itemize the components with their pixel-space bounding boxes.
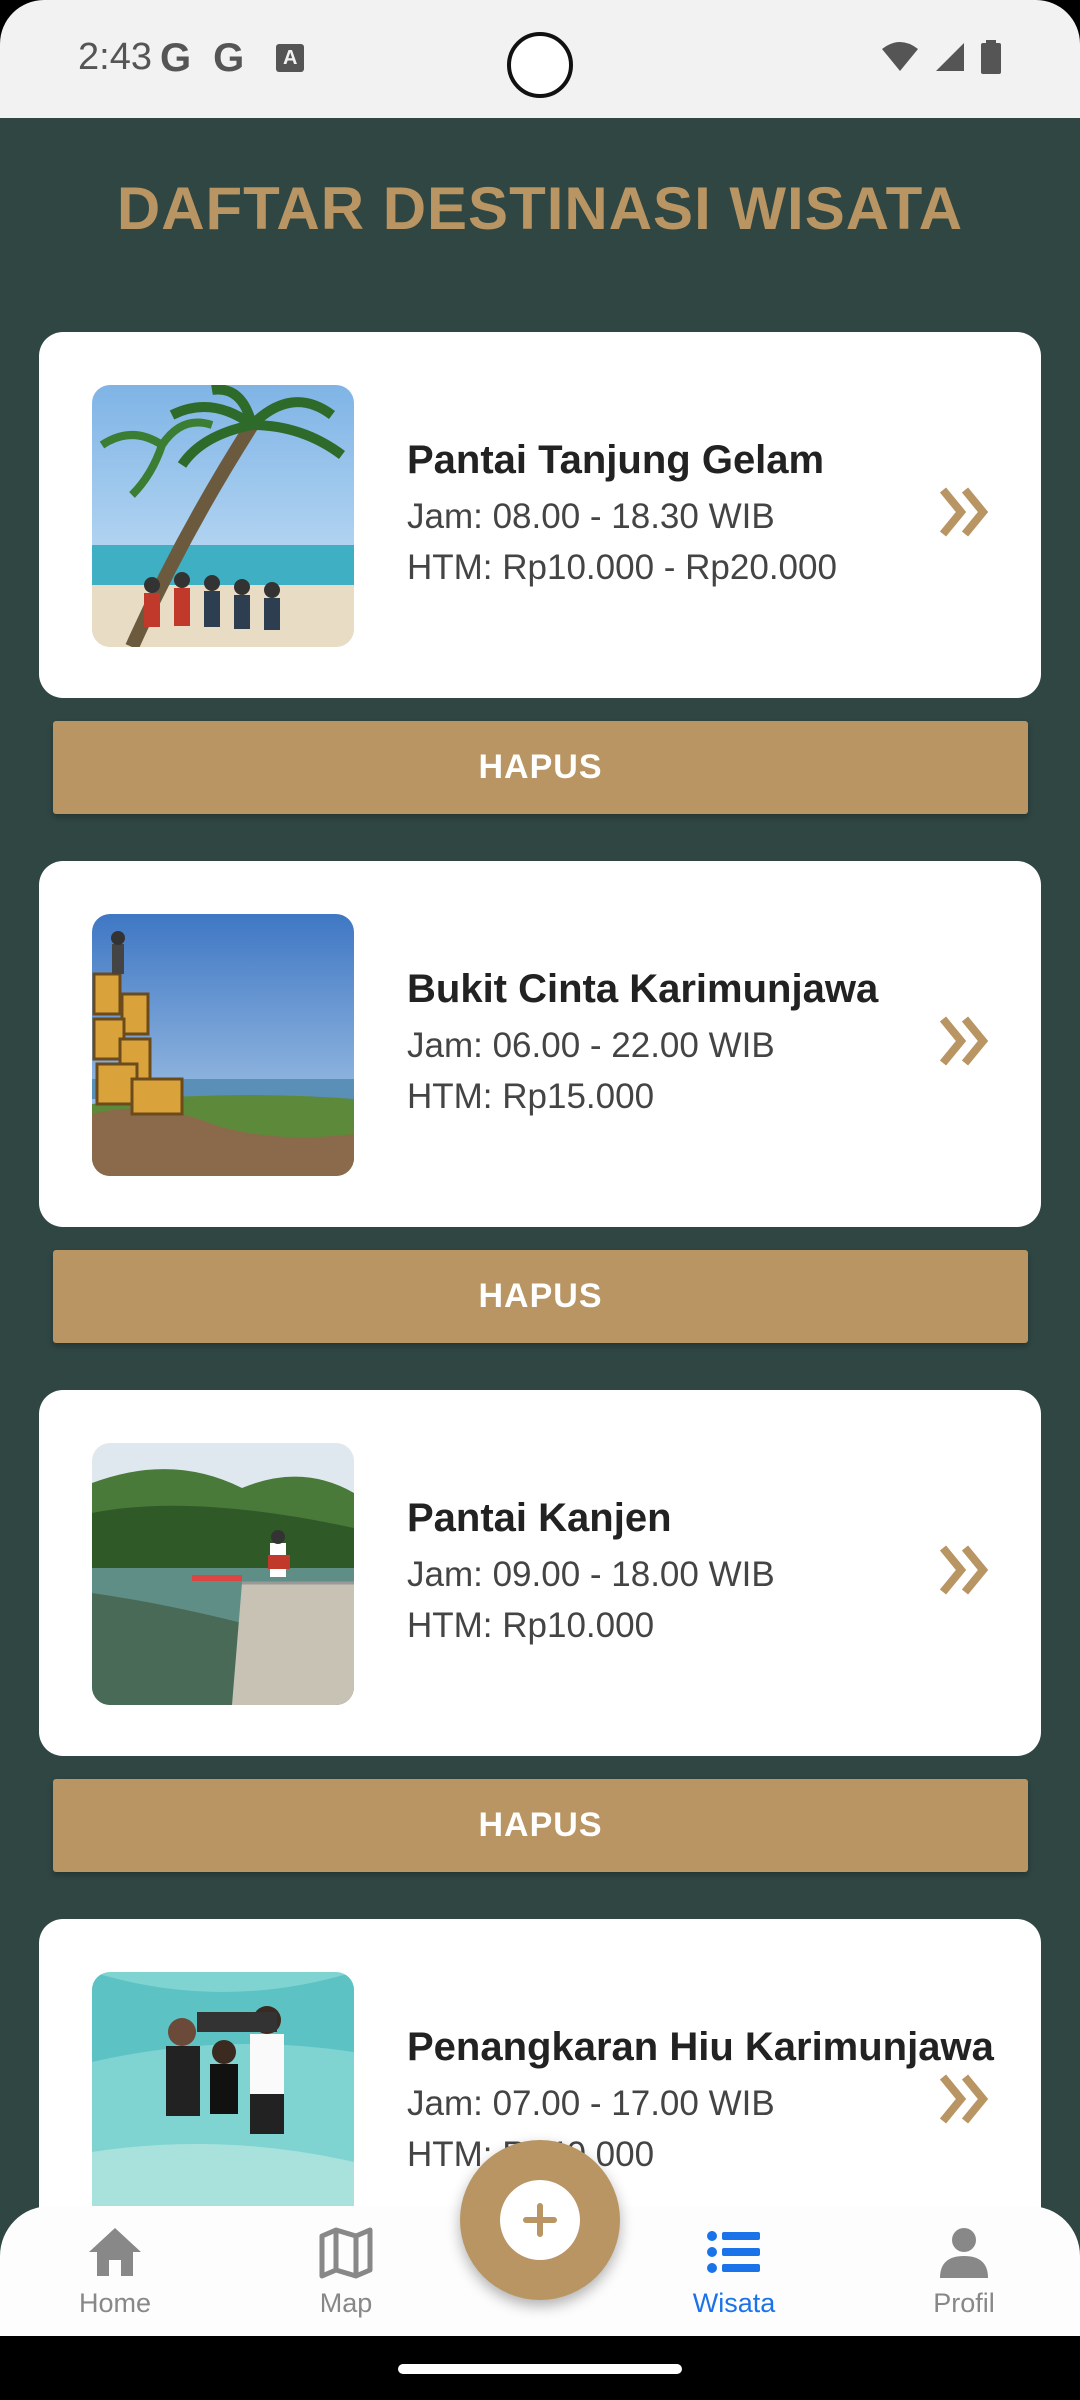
nav-label: Home [78, 2288, 152, 2318]
destination-info: Bukit Cinta Karimunjawa Jam: 06.00 - 22.… [407, 861, 878, 1227]
google-notification-icon: G [213, 36, 245, 80]
status-bar: 2:43 G G A [0, 0, 1080, 118]
chevron-double-right-icon[interactable] [939, 2069, 991, 2129]
ticket-price: HTM: Rp10.000 - Rp20.000 [407, 547, 837, 587]
notification-icons: G G A [160, 36, 305, 80]
battery-icon [981, 40, 1001, 74]
opening-hours: Jam: 08.00 - 18.30 WIB [407, 496, 775, 536]
main-content[interactable]: DAFTAR DESTINASI WISATA Pantai Tanjung G… [0, 118, 1080, 2400]
destination-name: Pantai Tanjung Gelam [407, 437, 825, 482]
nav-item-profil[interactable]: Profil [894, 2224, 1034, 2319]
destination-info: Pantai Tanjung Gelam Jam: 08.00 - 18.30 … [407, 332, 837, 698]
home-icon [89, 2228, 141, 2276]
chevron-double-right-icon[interactable] [939, 482, 991, 542]
home-gesture-handle[interactable] [398, 2364, 682, 2374]
delete-button[interactable]: HAPUS [53, 1250, 1028, 1343]
destination-name: Penangkaran Hiu Karimunjawa [407, 2024, 994, 2069]
system-icons [880, 40, 1002, 74]
nav-item-wisata[interactable]: Wisata [664, 2224, 804, 2319]
destination-name: Pantai Kanjen [407, 1495, 672, 1540]
app-notification-icon: A [276, 44, 305, 72]
destination-photo [92, 385, 354, 647]
ticket-price: HTM: Rp10.000 [407, 1605, 655, 1645]
nav-label: Profil [933, 2288, 995, 2318]
opening-hours: Jam: 09.00 - 18.00 WIB [407, 1554, 775, 1594]
add-destination-button[interactable] [460, 2140, 620, 2300]
add-icon [500, 2180, 580, 2260]
opening-hours: Jam: 07.00 - 17.00 WIB [407, 2083, 775, 2123]
nav-label: Map [319, 2288, 373, 2318]
page-title: DAFTAR DESTINASI WISATA [116, 175, 964, 242]
person-icon [940, 2228, 988, 2278]
chevron-double-right-icon[interactable] [939, 1540, 991, 1600]
destination-card[interactable]: Pantai Kanjen Jam: 09.00 - 18.00 WIB HTM… [39, 1390, 1041, 1756]
destination-card[interactable]: Pantai Tanjung Gelam Jam: 08.00 - 18.30 … [39, 332, 1041, 698]
wifi-icon [882, 42, 918, 71]
ticket-price: HTM: Rp15.000 [407, 1076, 655, 1116]
signal-icon [936, 43, 964, 71]
nav-item-home[interactable]: Home [45, 2224, 185, 2319]
list-icon [707, 2231, 760, 2273]
destination-photo [92, 914, 354, 1176]
opening-hours: Jam: 06.00 - 22.00 WIB [407, 1025, 775, 1065]
destination-name: Bukit Cinta Karimunjawa [407, 966, 879, 1011]
camera-cutout [507, 32, 573, 98]
delete-button[interactable]: HAPUS [53, 721, 1028, 814]
destination-photo [92, 1972, 354, 2234]
nav-label: Wisata [692, 2288, 776, 2318]
status-time: 2:43 [78, 36, 152, 78]
chevron-double-right-icon[interactable] [939, 1011, 991, 1071]
nav-item-map[interactable]: Map [276, 2224, 416, 2319]
google-notification-icon: G [160, 36, 192, 80]
destination-info: Pantai Kanjen Jam: 09.00 - 18.00 WIB HTM… [407, 1390, 775, 1756]
delete-button[interactable]: HAPUS [53, 1779, 1028, 1872]
map-icon [319, 2227, 373, 2279]
destination-photo [92, 1443, 354, 1705]
destination-card[interactable]: Bukit Cinta Karimunjawa Jam: 06.00 - 22.… [39, 861, 1041, 1227]
